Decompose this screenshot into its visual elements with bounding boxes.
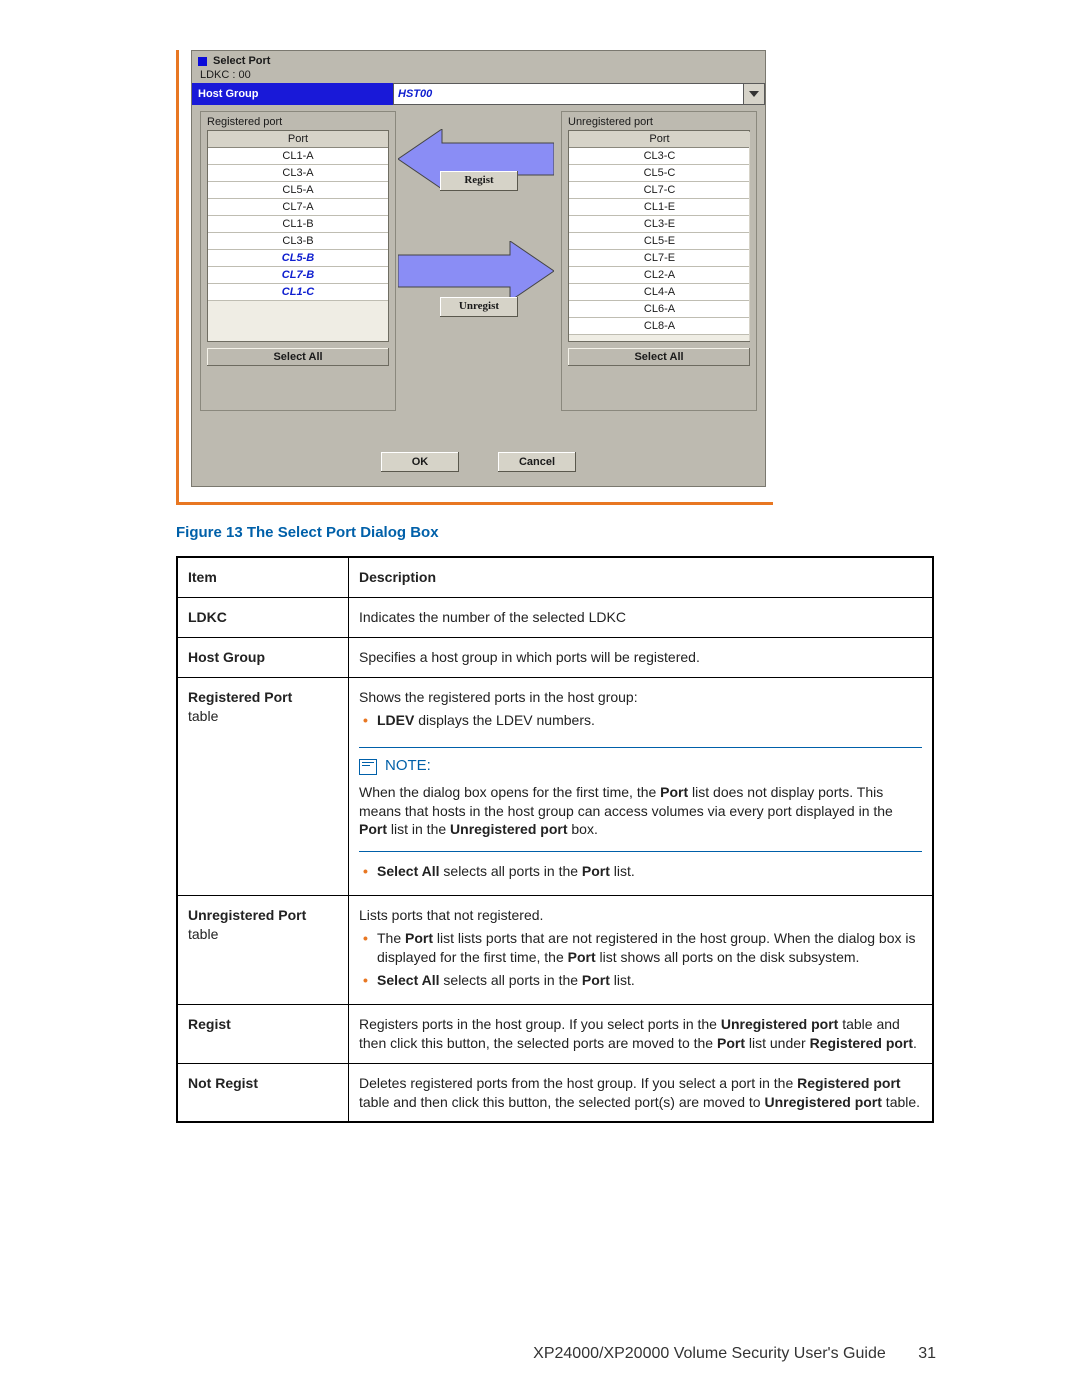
table-row[interactable]: CL3-E — [569, 216, 750, 233]
hostgroup-label: Host Group — [192, 83, 393, 105]
registered-port-panel: Registered port Port CL1-A CL3-A CL5-A C… — [200, 111, 396, 411]
dialog-title-text: Select Port — [213, 55, 270, 67]
ldkc-label: LDKC : 00 — [192, 69, 765, 83]
table-row[interactable]: CL1-A — [208, 148, 388, 165]
table-row[interactable]: CL2-A — [569, 267, 750, 284]
table-row[interactable]: CL5-C — [569, 165, 750, 182]
transfer-controls: Regist Unregist — [396, 111, 561, 411]
registered-select-all-button[interactable]: Select All — [207, 348, 389, 366]
title-icon — [198, 57, 207, 66]
table-row[interactable]: CL7-E — [569, 250, 750, 267]
row-registered-key: Registered Port table — [177, 677, 349, 896]
table-row[interactable]: CL7-A — [208, 199, 388, 216]
row-notregist-val: Deletes registered ports from the host g… — [349, 1063, 934, 1122]
chevron-down-icon — [749, 91, 759, 97]
table-row[interactable]: CL7-B — [208, 267, 388, 284]
table-row[interactable]: CL5-B — [208, 250, 388, 267]
note-block: NOTE: When the dialog box opens for the … — [359, 747, 922, 852]
unregistered-select-all-button[interactable]: Select All — [568, 348, 750, 366]
registered-port-list[interactable]: Port CL1-A CL3-A CL5-A CL7-A CL1-B CL3-B… — [207, 130, 389, 342]
scrollbar[interactable] — [749, 131, 750, 342]
table-row[interactable]: CL3-B — [208, 233, 388, 250]
table-row[interactable]: CL6-A — [569, 301, 750, 318]
table-row[interactable]: CL3-C — [569, 148, 750, 165]
col-description: Description — [349, 557, 934, 597]
col-item: Item — [177, 557, 349, 597]
cancel-button[interactable]: Cancel — [498, 452, 576, 472]
figure-caption: Figure 13 The Select Port Dialog Box — [176, 524, 439, 541]
page-footer: XP24000/XP20000 Volume Security User's G… — [533, 1345, 936, 1363]
dialog-title: Select Port — [192, 51, 765, 69]
row-notregist-key: Not Regist — [177, 1063, 349, 1122]
hostgroup-dropdown-button[interactable] — [744, 83, 765, 105]
unregistered-port-header: Port — [569, 131, 750, 148]
table-row[interactable]: CL7-C — [569, 182, 750, 199]
table-row[interactable]: CL1-B — [208, 216, 388, 233]
unregistered-port-label: Unregistered port — [568, 116, 750, 128]
row-ldkc-key: LDKC — [177, 597, 349, 637]
page-number: 31 — [918, 1345, 936, 1363]
unregistered-port-list[interactable]: Port CL3-C CL5-C CL7-C CL1-E CL3-E CL5-E… — [568, 130, 750, 342]
registered-port-header: Port — [208, 131, 388, 148]
table-row[interactable]: CL8-A — [569, 318, 750, 335]
footer-title: XP24000/XP20000 Volume Security User's G… — [533, 1345, 886, 1362]
note-heading: NOTE: — [385, 756, 431, 776]
table-row[interactable]: CL5-A — [208, 182, 388, 199]
unregistered-port-panel: Unregistered port Port CL3-C CL5-C CL7-C… — [561, 111, 757, 411]
table-row[interactable]: CL3-A — [208, 165, 388, 182]
unregist-button[interactable]: Unregist — [440, 297, 518, 317]
registered-port-label: Registered port — [207, 116, 389, 128]
hostgroup-value: HST00 — [398, 88, 432, 100]
select-port-dialog-figure: Select Port LDKC : 00 Host Group HST00 R… — [176, 50, 773, 505]
regist-button[interactable]: Regist — [440, 171, 518, 191]
ok-button[interactable]: OK — [381, 452, 459, 472]
row-hostgroup-key: Host Group — [177, 637, 349, 677]
row-ldkc-val: Indicates the number of the selected LDK… — [349, 597, 934, 637]
hostgroup-field[interactable]: HST00 — [393, 83, 744, 105]
arrow-right-icon — [398, 241, 554, 301]
description-table: Item Description LDKC Indicates the numb… — [176, 556, 934, 1123]
note-icon — [359, 759, 377, 775]
note-body: When the dialog box opens for the first … — [359, 783, 922, 840]
table-row[interactable]: CL5-E — [569, 233, 750, 250]
table-row[interactable]: CL4-A — [569, 284, 750, 301]
row-registered-val: Shows the registered ports in the host g… — [349, 677, 934, 896]
table-row[interactable]: CL1-E — [569, 199, 750, 216]
row-regist-key: Regist — [177, 1004, 349, 1063]
row-hostgroup-val: Specifies a host group in which ports wi… — [349, 637, 934, 677]
row-regist-val: Registers ports in the host group. If yo… — [349, 1004, 934, 1063]
select-port-dialog: Select Port LDKC : 00 Host Group HST00 R… — [191, 50, 766, 487]
table-row[interactable]: CL1-C — [208, 284, 388, 301]
row-unregistered-key: Unregistered Port table — [177, 896, 349, 1005]
row-unregistered-val: Lists ports that not registered. The Por… — [349, 896, 934, 1005]
